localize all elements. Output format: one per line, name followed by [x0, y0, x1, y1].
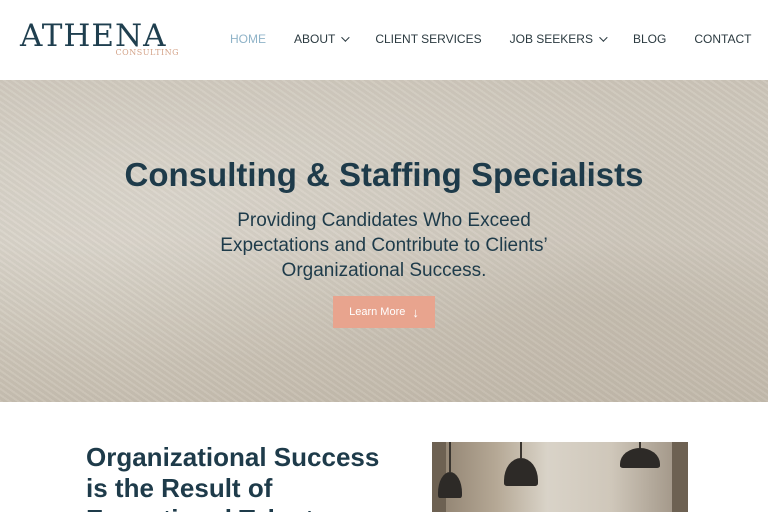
- nav-item-client-services[interactable]: CLIENT SERVICES: [375, 32, 481, 46]
- nav-item-contact[interactable]: CONTACT: [694, 32, 751, 46]
- nav-item-job-seekers[interactable]: JOB SEEKERS: [509, 32, 608, 46]
- section-heading: Organizational Success is the Result of …: [86, 442, 380, 512]
- hero-subtitle: Providing Candidates Who Exceed Expectat…: [220, 210, 548, 281]
- logo[interactable]: ATHENA CONSULTING: [20, 18, 185, 62]
- site-header: ATHENA CONSULTING HOME ABOUT CLIENT SERV…: [0, 0, 768, 80]
- nav-item-label: ABOUT: [294, 32, 336, 46]
- pendant-lamp: [620, 442, 660, 472]
- nav-item-label: HOME: [230, 32, 266, 46]
- nav-item-about[interactable]: ABOUT: [294, 32, 351, 46]
- hero-banner: Consulting & Staffing Specialists Provid…: [0, 80, 768, 402]
- photo-pillar: [672, 442, 688, 512]
- nav-item-label: CONTACT: [694, 32, 752, 46]
- pendant-lamp: [438, 442, 462, 502]
- nav-item-home[interactable]: HOME: [230, 32, 266, 46]
- nav-item-label: CLIENT SERVICES: [375, 32, 482, 46]
- pendant-lamp: [504, 442, 538, 492]
- nav-item-label: JOB SEEKERS: [509, 32, 593, 46]
- intro-section: Organizational Success is the Result of …: [0, 402, 768, 512]
- chevron-down-icon: [341, 33, 351, 42]
- nav-item-label: BLOG: [632, 32, 667, 46]
- learn-more-label: Learn More: [349, 306, 406, 318]
- nav-item-blog[interactable]: BLOG: [633, 32, 666, 46]
- learn-more-button[interactable]: Learn More ↓: [333, 296, 435, 328]
- logo-tagline: CONSULTING: [115, 48, 179, 57]
- office-photo: [432, 442, 688, 512]
- hero-title: Consulting & Staffing Specialists: [124, 156, 644, 193]
- main-nav: HOME ABOUT CLIENT SERVICES JOB SEEKERS B…: [230, 30, 768, 48]
- arrow-down-icon: ↓: [412, 304, 419, 320]
- chevron-down-icon: [599, 33, 608, 42]
